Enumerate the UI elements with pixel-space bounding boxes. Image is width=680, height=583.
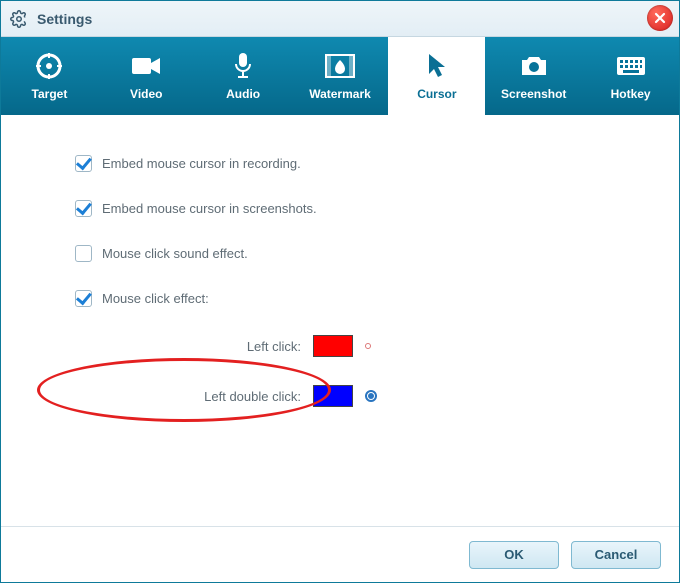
tab-audio[interactable]: Audio	[195, 37, 292, 115]
color-swatch-left-click[interactable]	[313, 335, 353, 357]
label-embed-recording: Embed mouse cursor in recording.	[102, 156, 301, 171]
label-left-click: Left click:	[171, 339, 301, 354]
cursor-icon	[422, 51, 452, 81]
title-bar: Settings	[1, 1, 679, 37]
tab-label: Screenshot	[501, 87, 566, 101]
option-click-sound: Mouse click sound effect.	[75, 245, 649, 262]
option-embed-recording: Embed mouse cursor in recording.	[75, 155, 649, 172]
checkbox-embed-recording[interactable]	[75, 155, 92, 172]
target-icon	[34, 51, 64, 81]
tab-cursor[interactable]: Cursor	[388, 37, 485, 115]
option-embed-screenshots: Embed mouse cursor in screenshots.	[75, 200, 649, 217]
color-swatch-left-double-click[interactable]	[313, 385, 353, 407]
tab-label: Watermark	[309, 87, 371, 101]
radio-left-double-click[interactable]	[365, 390, 377, 402]
row-left-click: Left click:	[171, 335, 649, 357]
footer: OK Cancel	[1, 526, 679, 582]
checkbox-embed-screenshots[interactable]	[75, 200, 92, 217]
watermark-icon	[325, 51, 355, 81]
option-click-effect: Mouse click effect:	[75, 290, 649, 307]
tab-video[interactable]: Video	[98, 37, 195, 115]
radio-left-click[interactable]	[365, 343, 371, 349]
tab-label: Target	[32, 87, 68, 101]
tab-bar: Target Video Audio Watermark Cursor Scre…	[1, 37, 679, 115]
hotkey-icon	[616, 51, 646, 81]
content-panel: Embed mouse cursor in recording. Embed m…	[1, 115, 679, 526]
close-button[interactable]	[647, 5, 673, 31]
tab-label: Cursor	[417, 87, 456, 101]
cancel-button[interactable]: Cancel	[571, 541, 661, 569]
screenshot-icon	[519, 51, 549, 81]
row-left-double-click: Left double click:	[171, 385, 649, 407]
tab-hotkey[interactable]: Hotkey	[582, 37, 679, 115]
settings-window: Settings Target Video Audio Watermark Cu…	[0, 0, 680, 583]
label-embed-screenshots: Embed mouse cursor in screenshots.	[102, 201, 317, 216]
audio-icon	[228, 51, 258, 81]
checkbox-click-effect[interactable]	[75, 290, 92, 307]
ok-button[interactable]: OK	[469, 541, 559, 569]
tab-label: Hotkey	[611, 87, 651, 101]
label-left-double-click: Left double click:	[171, 389, 301, 404]
checkbox-click-sound[interactable]	[75, 245, 92, 262]
gear-icon	[9, 9, 29, 29]
tab-label: Audio	[226, 87, 260, 101]
tab-screenshot[interactable]: Screenshot	[485, 37, 582, 115]
label-click-sound: Mouse click sound effect.	[102, 246, 248, 261]
video-icon	[131, 51, 161, 81]
label-click-effect: Mouse click effect:	[102, 291, 209, 306]
window-title: Settings	[37, 11, 92, 27]
tab-label: Video	[130, 87, 162, 101]
tab-target[interactable]: Target	[1, 37, 98, 115]
tab-watermark[interactable]: Watermark	[292, 37, 389, 115]
